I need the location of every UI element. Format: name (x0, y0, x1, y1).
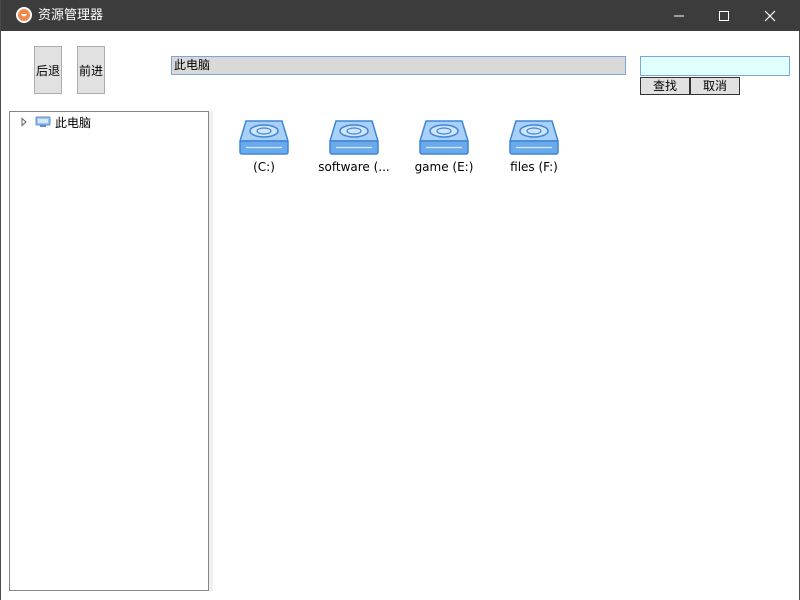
drive-label: software (... (318, 160, 390, 174)
drive-item-f[interactable]: files (F:) (489, 119, 579, 189)
drive-view[interactable]: (C:) software (... game (E:) files (F:) (213, 111, 792, 591)
maximize-button[interactable] (701, 0, 747, 31)
find-button[interactable]: 查找 (640, 77, 690, 95)
address-bar[interactable]: 此电脑 (171, 56, 626, 75)
search-input[interactable] (640, 56, 790, 76)
client-area: 后退 前进 此电脑 查找 取消 此电脑 (C:) software (... g… (9, 31, 792, 591)
folder-tree[interactable]: 此电脑 (9, 111, 209, 591)
maximize-icon (719, 10, 729, 21)
drive-label: (C:) (253, 160, 275, 174)
close-button[interactable] (747, 0, 793, 31)
hard-drive-icon (508, 120, 560, 155)
drive-item-d[interactable]: software (... (309, 119, 399, 189)
title-bar[interactable]: 资源管理器 (1, 0, 800, 31)
close-icon (764, 10, 776, 21)
minimize-icon (674, 15, 684, 16)
back-button[interactable]: 后退 (34, 46, 62, 94)
explorer-window: 资源管理器 后退 前进 此电脑 查找 取消 此电脑 (C:) software … (0, 0, 800, 600)
hard-drive-icon (418, 120, 470, 155)
computer-icon (35, 116, 51, 127)
drive-label: game (E:) (414, 160, 474, 174)
forward-button[interactable]: 前进 (77, 46, 105, 94)
expand-arrow-icon[interactable] (19, 117, 29, 127)
app-logo-icon (15, 6, 33, 24)
tree-item-label: 此电脑 (55, 115, 92, 130)
drive-item-e[interactable]: game (E:) (399, 119, 489, 189)
drive-label: files (F:) (510, 160, 558, 174)
window-title: 资源管理器 (38, 8, 104, 23)
hard-drive-icon (328, 120, 380, 155)
cancel-button[interactable]: 取消 (690, 77, 740, 95)
drive-item-c[interactable]: (C:) (219, 119, 309, 189)
hard-drive-icon (238, 120, 290, 155)
tree-item-this-pc[interactable]: 此电脑 (19, 114, 91, 130)
minimize-button[interactable] (656, 0, 702, 31)
